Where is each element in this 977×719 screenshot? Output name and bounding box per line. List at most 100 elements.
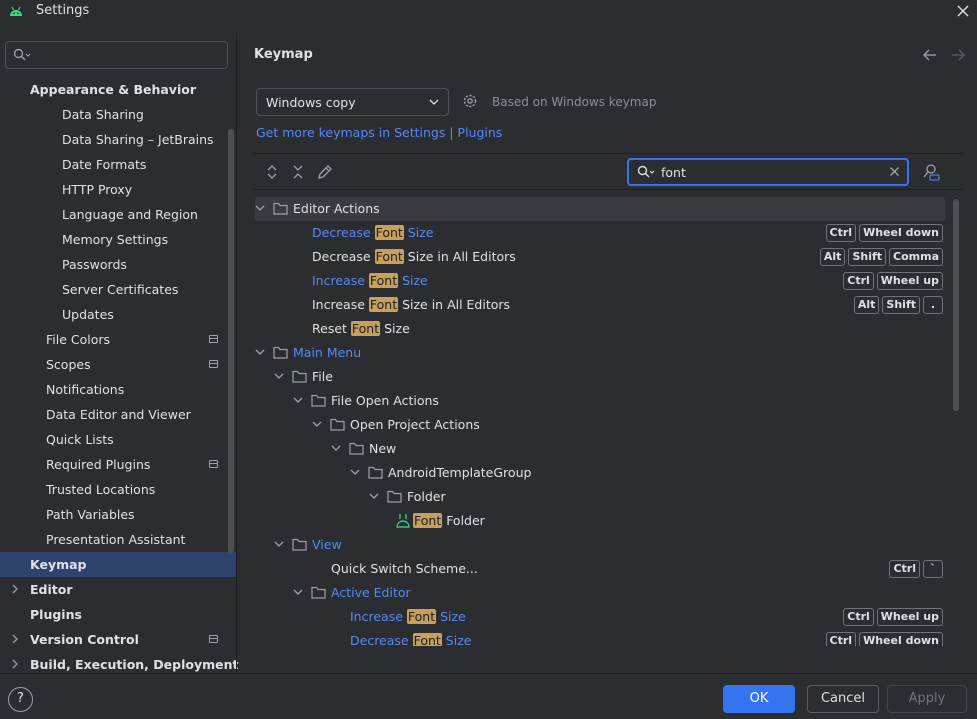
sidebar-item[interactable]: Memory Settings <box>0 227 236 252</box>
edit-icon[interactable] <box>317 164 333 180</box>
sidebar-item[interactable]: Quick Lists <box>0 427 236 452</box>
tree-group-row[interactable]: Main Menu <box>255 341 945 365</box>
ok-button[interactable]: OK <box>723 685 795 713</box>
sidebar-item[interactable]: Presentation Assistant <box>0 527 236 552</box>
sidebar-item[interactable]: Data Sharing – JetBrains <box>0 127 236 152</box>
sidebar-item[interactable]: Data Editor and Viewer <box>0 402 236 427</box>
sidebar-item-label: Data Sharing <box>62 107 144 122</box>
label-part: Open Project Actions <box>350 417 480 432</box>
tree-row-label: Font Folder <box>413 513 485 528</box>
tree-action-row[interactable]: Decrease Font Size Ctrl Wheel down <box>255 221 945 245</box>
label-part: Size in All Editors <box>398 297 511 312</box>
shortcut-keys: Ctrl Wheel down <box>825 224 943 242</box>
tree-group-row[interactable]: File <box>255 365 945 389</box>
sidebar-scrollbar[interactable] <box>228 129 234 553</box>
chevron-down-icon[interactable] <box>255 203 265 213</box>
project-level-icon <box>209 335 218 343</box>
chevron-down-icon[interactable] <box>255 347 265 357</box>
label-part: Quick Switch Scheme... <box>331 561 478 576</box>
project-level-icon <box>209 635 218 643</box>
sidebar-item[interactable]: Server Certificates <box>0 277 236 302</box>
chevron-right-icon[interactable] <box>10 659 20 669</box>
find-by-shortcut-icon[interactable] <box>922 163 940 181</box>
keymap-panel: Keymap Windows copy Based on Windows key… <box>237 33 977 673</box>
tree-row-label: File <box>312 369 333 384</box>
keymap-filter-input[interactable]: font <box>627 158 909 186</box>
sidebar-item[interactable]: Language and Region <box>0 202 236 227</box>
sidebar-item[interactable]: Keymap <box>0 552 236 577</box>
tree-action-row[interactable]: Increase Font Size Ctrl Wheel up <box>255 269 945 293</box>
sidebar-item[interactable]: Trusted Locations <box>0 477 236 502</box>
sidebar-item[interactable]: Date Formats <box>0 152 236 177</box>
tree-action-row[interactable]: Increase Font Size Ctrl Wheel up <box>255 605 945 629</box>
keymap-dropdown[interactable]: Windows copy <box>256 88 449 116</box>
label-part: Size <box>398 273 428 288</box>
sidebar-item[interactable]: Path Variables <box>0 502 236 527</box>
search-match: Font <box>413 513 443 528</box>
chevron-down-icon[interactable] <box>369 491 379 501</box>
tree-action-row[interactable]: Font Folder <box>255 509 945 533</box>
tree-group-row[interactable]: Folder <box>255 485 945 509</box>
folder-icon <box>273 202 288 215</box>
tree-group-row[interactable]: New <box>255 437 945 461</box>
sidebar-item[interactable]: Passwords <box>0 252 236 277</box>
tree-action-row[interactable]: Quick Switch Scheme... Ctrl ` <box>255 557 945 581</box>
folder-icon <box>349 442 364 455</box>
close-icon[interactable] <box>953 1 973 21</box>
sidebar-item[interactable]: Required Plugins <box>0 452 236 477</box>
gear-icon[interactable] <box>461 92 479 110</box>
tree-action-row[interactable]: Decrease Font Size Ctrl Wheel down <box>255 629 945 646</box>
sidebar-item-label: Data Editor and Viewer <box>46 407 191 422</box>
chevron-down-icon[interactable] <box>350 467 360 477</box>
sidebar-item-label: Data Sharing – JetBrains <box>62 132 214 147</box>
label-part: Decrease <box>312 249 375 264</box>
folder-icon <box>292 370 307 383</box>
get-more-keymaps-link[interactable]: Get more keymaps in Settings | Plugins <box>256 125 502 140</box>
chevron-down-icon[interactable] <box>331 443 341 453</box>
label-part: Folder <box>407 489 446 504</box>
tree-action-row[interactable]: Increase Font Size in All Editors Alt Shif… <box>255 293 945 317</box>
chevron-right-icon[interactable] <box>10 634 20 644</box>
tree-action-row[interactable]: Decrease Font Size in All Editors Alt Shif… <box>255 245 945 269</box>
tree-scrollbar[interactable] <box>953 199 959 411</box>
sidebar-item[interactable]: HTTP Proxy <box>0 177 236 202</box>
apply-button[interactable]: Apply <box>887 685 967 713</box>
tree-group-row[interactable]: View <box>255 533 945 557</box>
forward-arrow-icon[interactable] <box>951 49 965 61</box>
label-part: AndroidTemplateGroup <box>388 465 532 480</box>
back-arrow-icon[interactable] <box>923 49 937 61</box>
tree-group-row[interactable]: Open Project Actions <box>255 413 945 437</box>
tree-action-row[interactable]: Reset Font Size <box>255 317 945 341</box>
sidebar-item[interactable]: Updates <box>0 302 236 327</box>
sidebar-item[interactable]: Version Control <box>0 627 236 652</box>
sidebar-item[interactable]: Data Sharing <box>0 102 236 127</box>
tree-group-row[interactable]: Editor Actions <box>255 197 945 221</box>
tree-group-row[interactable]: Active Editor <box>255 581 945 605</box>
sidebar-item[interactable]: Plugins <box>0 602 236 627</box>
search-match: Font <box>350 321 381 336</box>
settings-search-input[interactable] <box>5 41 228 69</box>
sidebar-item[interactable]: Appearance & Behavior <box>0 77 236 102</box>
sidebar-item[interactable]: Notifications <box>0 377 236 402</box>
sidebar-item[interactable]: Scopes <box>0 352 236 377</box>
key-cap: Ctrl <box>843 272 874 290</box>
clear-icon[interactable] <box>889 166 900 177</box>
cancel-button[interactable]: Cancel <box>807 685 879 713</box>
key-cap: Alt <box>853 296 880 314</box>
tree-group-row[interactable]: AndroidTemplateGroup <box>255 461 945 485</box>
sidebar-item[interactable]: File Colors <box>0 327 236 352</box>
key-cap: Shift <box>848 248 887 266</box>
chevron-down-icon[interactable] <box>293 395 303 405</box>
collapse-all-icon[interactable] <box>292 164 304 180</box>
expand-all-icon[interactable] <box>266 164 278 180</box>
sidebar-item[interactable]: Editor <box>0 577 236 602</box>
chevron-down-icon[interactable] <box>312 419 322 429</box>
chevron-down-icon[interactable] <box>274 371 284 381</box>
label-part: New <box>369 441 397 456</box>
tree-group-row[interactable]: File Open Actions <box>255 389 945 413</box>
help-button[interactable]: ? <box>8 687 33 712</box>
label-part: Size <box>441 633 472 646</box>
chevron-down-icon[interactable] <box>293 587 303 597</box>
chevron-down-icon[interactable] <box>274 539 284 549</box>
chevron-right-icon[interactable] <box>10 584 20 594</box>
